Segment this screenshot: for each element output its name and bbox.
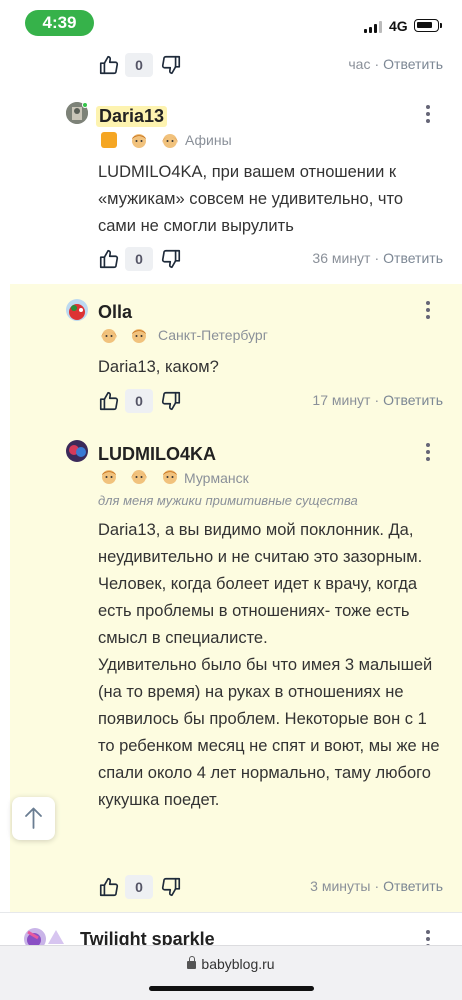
comment-paragraph: Daria13, каком? (98, 358, 219, 376)
reply-link[interactable]: Ответить (383, 392, 443, 408)
like-icon[interactable] (98, 247, 120, 271)
kebab-menu-icon[interactable] (425, 105, 431, 125)
comment-ludmilo4ka: LUDMILO4KA Мурманск для меня мужики прим… (10, 427, 462, 912)
comment-meta: 3 минуты · Ответить (310, 878, 443, 894)
comment-time: 36 минут (312, 250, 371, 266)
divider (0, 912, 462, 913)
rating-count: 0 (125, 875, 153, 899)
comment-time: 17 минут (312, 392, 371, 408)
dislike-icon[interactable] (160, 53, 182, 77)
dislike-icon[interactable] (160, 875, 182, 899)
scroll-top-button[interactable] (12, 797, 55, 840)
signal-icon (364, 21, 386, 33)
child-badge-icon (162, 470, 177, 484)
child-badge-icon (132, 329, 147, 343)
comment-actions: 0 36 минут · Ответить (98, 244, 443, 274)
rating-count: 0 (125, 247, 153, 271)
rating-count: 0 (125, 53, 153, 77)
url-text: babyblog.ru (201, 956, 275, 972)
reply-link[interactable]: Ответить (383, 250, 443, 266)
like-icon[interactable] (98, 53, 120, 77)
network-type: 4G (389, 18, 408, 34)
child-badge-icon (131, 470, 148, 484)
kebab-menu-icon[interactable] (425, 930, 431, 945)
kebab-menu-icon[interactable] (425, 443, 431, 463)
status-bar: 4:39 4G (0, 0, 462, 48)
avatar[interactable] (24, 928, 46, 945)
user-city: Санкт-Петербург (158, 327, 268, 343)
status-time: 4:39 (25, 10, 94, 36)
comment-actions: 0 17 минут · Ответить (98, 386, 443, 416)
comment-daria13: Daria13 Афины LUDMILO4KA, при вашем отно… (0, 92, 462, 282)
kebab-menu-icon[interactable] (425, 301, 431, 321)
battery-icon (414, 19, 442, 32)
comment-meta: 36 минут · Ответить (312, 250, 443, 266)
comment-text: Daria13, каком? (98, 354, 443, 381)
avatar[interactable] (66, 299, 88, 321)
badges (100, 467, 187, 487)
comment-meta: 17 минут · Ответить (312, 392, 443, 408)
comment-twilight-sparkle: Twilight sparkle (0, 920, 462, 945)
comment-text: Daria13, а вы видимо мой поклонник. Да, … (98, 517, 443, 814)
comment-paragraph: LUDMILO4KA, при вашем отношении к «мужик… (98, 163, 404, 235)
user-status: для меня мужики примитивные существа (98, 493, 358, 508)
badges (100, 131, 187, 151)
avatar[interactable] (66, 440, 88, 462)
comment-paragraph: Удивительно было бы что имея 3 малышей (… (98, 656, 440, 809)
comment-actions: 0 3 минуты · Ответить (98, 872, 443, 902)
comment-paragraph: Daria13, а вы видимо мой поклонник. Да, … (98, 521, 423, 647)
reply-link[interactable]: Ответить (383, 878, 443, 894)
home-indicator[interactable] (149, 986, 314, 991)
user-city: Мурманск (184, 470, 249, 486)
username[interactable]: Daria13 (96, 106, 168, 127)
child-badge-icon (102, 470, 116, 484)
comment-actions: 0 час · Ответить (98, 50, 443, 80)
user-city: Афины (185, 132, 232, 148)
reply-link[interactable]: Ответить (383, 56, 443, 72)
lock-icon (187, 956, 197, 969)
child-badge-icon (132, 134, 147, 148)
rating-count: 0 (125, 389, 153, 413)
comment-text: LUDMILO4KA, при вашем отношении к «мужик… (98, 159, 443, 240)
dislike-icon[interactable] (160, 247, 182, 271)
online-indicator (82, 102, 88, 108)
username[interactable]: Olla (98, 302, 132, 323)
like-icon[interactable] (98, 389, 120, 413)
url-display[interactable]: babyblog.ru (0, 956, 462, 972)
comment-meta: час · Ответить (348, 56, 443, 72)
comment-time: час (348, 56, 371, 72)
comment-olla: Olla Санкт-Петербург Daria13, каком? 0 1… (10, 284, 462, 427)
username[interactable]: Twilight sparkle (80, 929, 215, 945)
like-icon[interactable] (98, 875, 120, 899)
square-badge-icon (101, 132, 117, 148)
browser-url-bar[interactable]: babyblog.ru (0, 945, 462, 1000)
child-badge-icon (161, 134, 178, 148)
badges (100, 326, 156, 346)
child-badge-icon (101, 329, 117, 343)
username[interactable]: LUDMILO4KA (98, 444, 216, 465)
sparkle-icon (48, 930, 64, 944)
arrow-up-icon (25, 807, 42, 829)
comment-time: 3 минуты (310, 878, 371, 894)
dislike-icon[interactable] (160, 389, 182, 413)
